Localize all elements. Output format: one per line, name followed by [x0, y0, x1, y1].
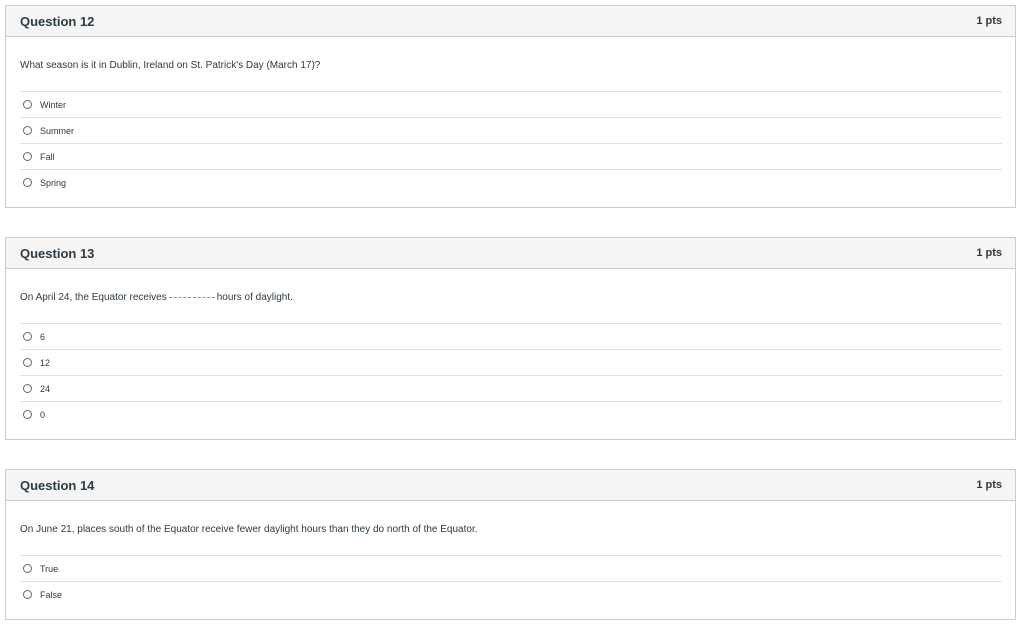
question-header: Question 12 1 pts	[6, 6, 1015, 37]
answer-label: False	[40, 589, 63, 600]
answer-label: 24	[40, 383, 51, 394]
question-text: On June 21, places south of the Equator …	[20, 501, 1002, 556]
answer-label: Winter	[40, 99, 67, 110]
answer-option[interactable]: 6	[20, 324, 1002, 350]
question-points: 1 pts	[976, 247, 1002, 259]
question-12-card: Question 12 1 pts What season is it in D…	[5, 5, 1016, 208]
answer-option[interactable]: False	[20, 582, 1002, 607]
radio-button[interactable]	[23, 384, 32, 393]
radio-button[interactable]	[23, 358, 32, 367]
answer-label: True	[40, 563, 59, 574]
answer-option[interactable]: Winter	[20, 92, 1002, 118]
question-text: What season is it in Dublin, Ireland on …	[20, 37, 1002, 92]
answer-label: 12	[40, 357, 51, 368]
answer-label: 0	[40, 409, 46, 420]
radio-button[interactable]	[23, 152, 32, 161]
answer-label: Fall	[40, 151, 55, 162]
question-header: Question 13 1 pts	[6, 238, 1015, 269]
radio-button[interactable]	[23, 126, 32, 135]
radio-button[interactable]	[23, 564, 32, 573]
answer-option[interactable]: 12	[20, 350, 1002, 376]
answer-label: Summer	[40, 125, 75, 136]
question-body: On June 21, places south of the Equator …	[6, 501, 1015, 607]
question-text-after: hours of daylight.	[216, 292, 293, 303]
answer-option[interactable]: Spring	[20, 170, 1002, 195]
radio-button[interactable]	[23, 332, 32, 341]
question-points: 1 pts	[976, 15, 1002, 27]
question-body: What season is it in Dublin, Ireland on …	[6, 37, 1015, 195]
question-body: On April 24, the Equator receives hours o…	[6, 269, 1015, 427]
question-title: Question 12	[20, 13, 95, 29]
question-13-card: Question 13 1 pts On April 24, the Equat…	[5, 237, 1016, 440]
answer-option[interactable]: 24	[20, 376, 1002, 402]
quiz-page: Question 12 1 pts What season is it in D…	[0, 0, 1024, 629]
fill-in-blank	[168, 297, 215, 298]
radio-button[interactable]	[23, 590, 32, 599]
answer-list: 6 12 24 0	[20, 324, 1002, 427]
answer-option[interactable]: Summer	[20, 118, 1002, 144]
radio-button[interactable]	[23, 410, 32, 419]
question-text-before: On April 24, the Equator receives	[20, 292, 167, 303]
radio-button[interactable]	[23, 100, 32, 109]
answer-label: 6	[40, 331, 46, 342]
answer-option[interactable]: True	[20, 556, 1002, 582]
answer-list: Winter Summer Fall Spring	[20, 92, 1002, 195]
question-title: Question 13	[20, 245, 95, 261]
answer-option[interactable]: Fall	[20, 144, 1002, 170]
question-14-card: Question 14 1 pts On June 21, places sou…	[5, 469, 1016, 620]
answer-option[interactable]: 0	[20, 402, 1002, 427]
radio-button[interactable]	[23, 178, 32, 187]
question-header: Question 14 1 pts	[6, 470, 1015, 501]
answer-label: Spring	[40, 177, 67, 188]
answer-list: True False	[20, 556, 1002, 607]
question-text: On April 24, the Equator receives hours o…	[20, 269, 1002, 324]
question-title: Question 14	[20, 477, 95, 493]
question-points: 1 pts	[976, 479, 1002, 491]
